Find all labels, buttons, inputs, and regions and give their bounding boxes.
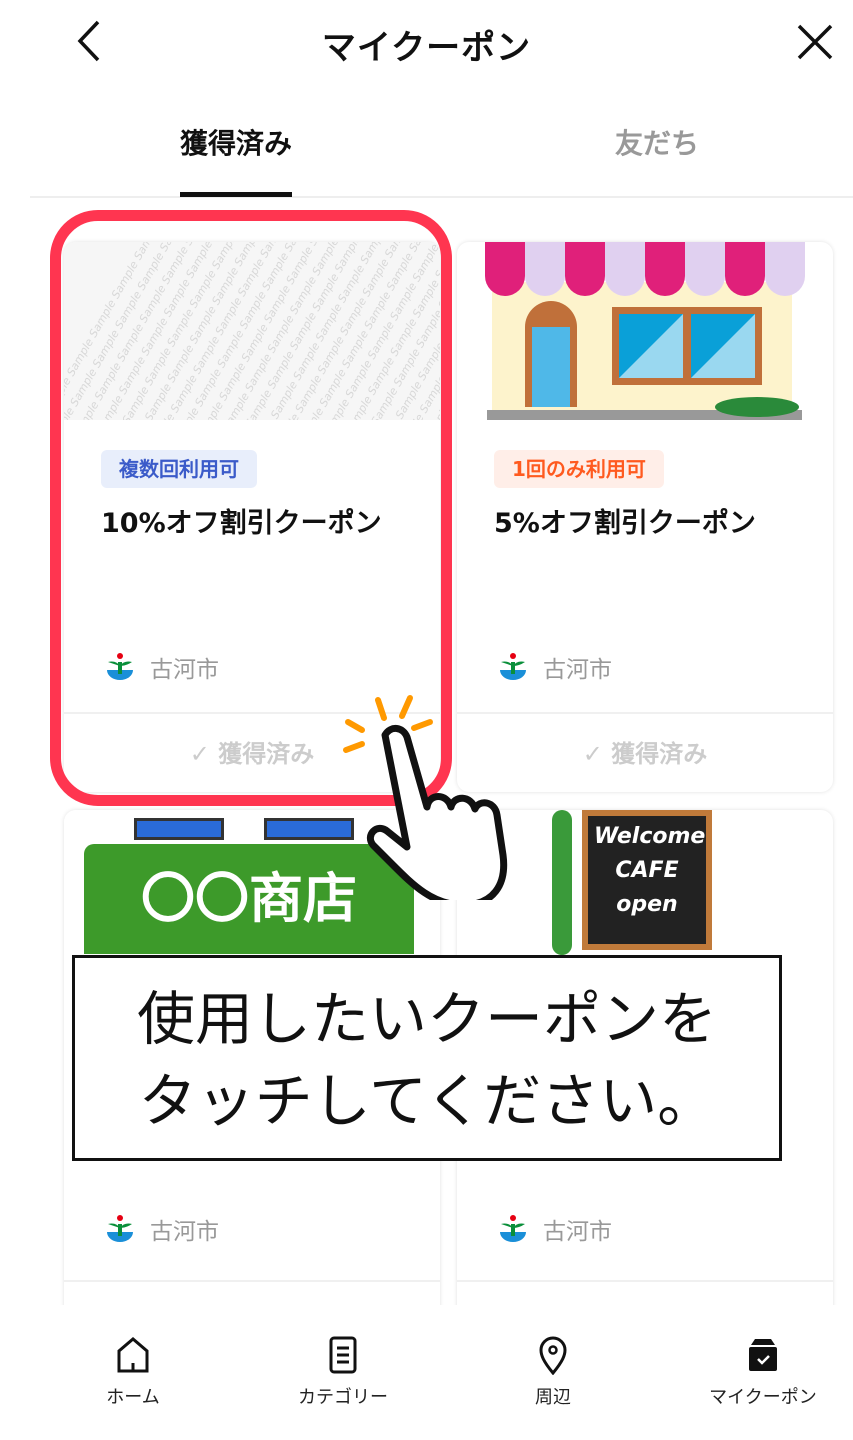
tab-friends[interactable]: 友だち	[615, 122, 699, 162]
header: マイクーポン	[0, 0, 853, 90]
nav-label: マイクーポン	[709, 1387, 817, 1408]
check-icon: ✓	[582, 740, 612, 768]
nav-label: ホーム	[106, 1387, 160, 1408]
coupon-title: 5%オフ割引クーポン	[494, 508, 756, 539]
instruction-callout: 使用したいクーポンを タッチしてください。	[72, 955, 782, 1161]
city-logo-icon	[500, 1215, 526, 1242]
issuer: 古河市	[497, 650, 612, 684]
tab-acquired[interactable]: 獲得済み	[180, 122, 293, 197]
cafe-sign-text: Welcome CAFE open	[582, 810, 712, 950]
issuer: 古河市	[497, 1212, 612, 1246]
nav-my-coupon[interactable]: マイクーポン	[673, 1335, 853, 1409]
home-icon	[117, 1337, 149, 1373]
nav-label: 周辺	[535, 1387, 571, 1408]
list-icon	[329, 1336, 357, 1374]
callout-line-1: 使用したいクーポンを	[136, 985, 717, 1053]
tab-bar: 獲得済み 友だち	[30, 110, 853, 198]
city-logo-icon	[107, 1215, 133, 1242]
usage-badge: 1回のみ利用可	[494, 450, 664, 488]
callout-line-2: タッチしてください。	[138, 1067, 716, 1135]
nav-nearby[interactable]: 周辺	[463, 1335, 643, 1409]
close-icon[interactable]	[793, 20, 837, 64]
nav-category[interactable]: カテゴリー	[253, 1335, 433, 1409]
page-title: マイクーポン	[321, 28, 532, 68]
city-logo-icon	[500, 653, 526, 680]
coupon-image-storefront	[457, 242, 833, 420]
location-pin-icon	[539, 1336, 567, 1375]
status-label: 獲得済み	[611, 740, 708, 768]
nav-home[interactable]: ホーム	[43, 1335, 223, 1409]
nav-label: カテゴリー	[298, 1387, 388, 1408]
bottom-nav: ホーム カテゴリー 周辺 マイクーポン	[0, 1305, 853, 1440]
issuer: 古河市	[104, 1212, 219, 1246]
issuer-name: 古河市	[543, 1219, 612, 1245]
issuer-name: 古河市	[543, 657, 612, 683]
issuer-name: 古河市	[150, 1219, 219, 1245]
coupon-box-icon	[749, 1339, 777, 1371]
pointing-hand-icon	[343, 695, 508, 900]
